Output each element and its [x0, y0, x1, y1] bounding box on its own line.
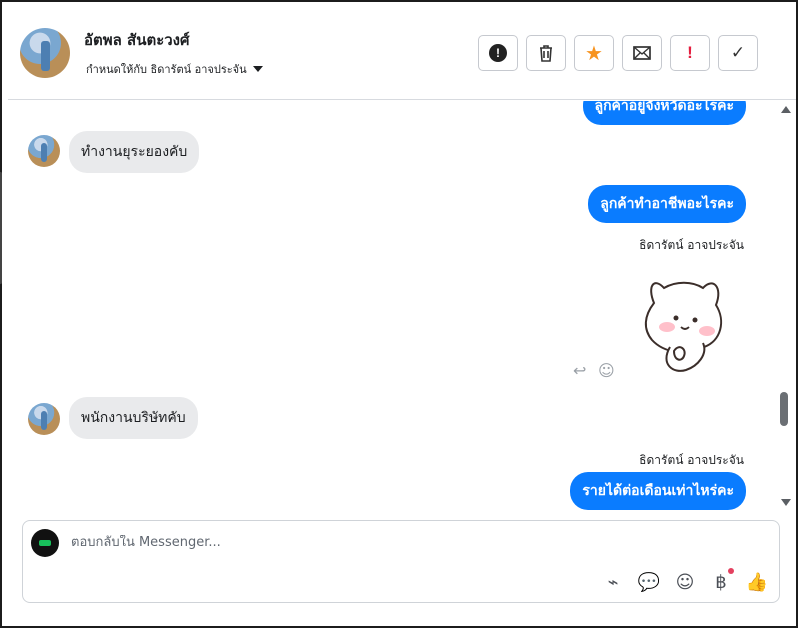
sender-name: ธิดารัตน์ อาจประจัน	[639, 453, 744, 467]
envelope-icon	[633, 46, 651, 60]
assignment-label: กำหนดให้กับ ธิดารัตน์ อาจประจัน	[86, 63, 247, 76]
conversation-actions: ! ★ ! ✓	[478, 35, 758, 71]
reply-icon[interactable]: ↩	[573, 361, 586, 380]
paperclip-icon[interactable]: ⌁	[603, 571, 623, 593]
outgoing-message[interactable]: ลูกค้าอยู่จังหวัดอะไรคะ	[582, 101, 746, 125]
scroll-up-arrow[interactable]	[781, 106, 791, 113]
thumbs-up-icon[interactable]: 👍	[746, 571, 768, 593]
outgoing-message[interactable]: ลูกค้าทำอาชีพอะไรคะ	[588, 185, 746, 223]
conversation-panel: อัตพล สันตะวงศ์ กำหนดให้กับ ธิดารัตน์ อา…	[8, 4, 796, 616]
reply-input[interactable]	[71, 535, 521, 550]
scroll-down-arrow[interactable]	[781, 499, 791, 506]
exclamation-icon: !	[687, 43, 693, 62]
star-button[interactable]: ★	[574, 35, 614, 71]
reply-composer: ⌁ 💬 ☺ ฿ 👍	[22, 520, 780, 603]
unread-button[interactable]	[622, 35, 662, 71]
sender-avatar	[28, 135, 60, 167]
sender-name: ธิดารัตน์ อาจประจัน	[639, 238, 744, 252]
notification-dot	[728, 568, 734, 574]
messenger-frame: อัตพล สันตะวงศ์ กำหนดให้กับ ธิดารัตน์ อา…	[0, 0, 798, 628]
trash-icon	[540, 45, 552, 62]
reaction-smiley-icon[interactable]: ☺	[598, 361, 615, 380]
done-button[interactable]: ✓	[718, 35, 758, 71]
scroll-thumb[interactable]	[780, 392, 788, 426]
smiley-icon[interactable]: ☺	[675, 571, 695, 593]
delete-button[interactable]	[526, 35, 566, 71]
sender-avatar	[28, 403, 60, 435]
star-icon: ★	[585, 42, 603, 65]
baht-icon[interactable]: ฿	[711, 568, 734, 593]
assignment-dropdown[interactable]: กำหนดให้กับ ธิดารัตน์ อาจประจัน	[86, 60, 263, 78]
page-avatar	[31, 529, 59, 557]
contact-avatar[interactable]	[20, 28, 70, 78]
cat-sticker[interactable]	[636, 269, 732, 377]
checkmark-icon: ✓	[730, 43, 746, 62]
important-button[interactable]: !	[670, 35, 710, 71]
report-button[interactable]: !	[478, 35, 518, 71]
outgoing-message[interactable]: รายได้ต่อเดือนเท่าไหร่คะ	[570, 472, 746, 510]
alert-circle-icon: !	[489, 44, 507, 62]
message-list[interactable]: ลูกค้าอยู่จังหวัดอะไรคะ ทำงานยุระยองคับ …	[8, 101, 774, 511]
contact-name: อัตพล สันตะวงศ์	[84, 31, 190, 49]
composer-tools: ⌁ 💬 ☺ ฿ 👍	[603, 568, 768, 593]
incoming-message[interactable]: ทำงานยุระยองคับ	[69, 131, 200, 173]
speech-bubble-icon[interactable]: 💬	[638, 571, 660, 593]
message-scrollbar[interactable]	[774, 101, 796, 511]
incoming-message[interactable]: พนักงานบริษัทคับ	[69, 397, 198, 439]
conversation-header: อัตพล สันตะวงศ์ กำหนดให้กับ ธิดารัตน์ อา…	[8, 4, 796, 100]
caret-down-icon	[252, 66, 263, 72]
window-edge-mark	[0, 172, 2, 284]
